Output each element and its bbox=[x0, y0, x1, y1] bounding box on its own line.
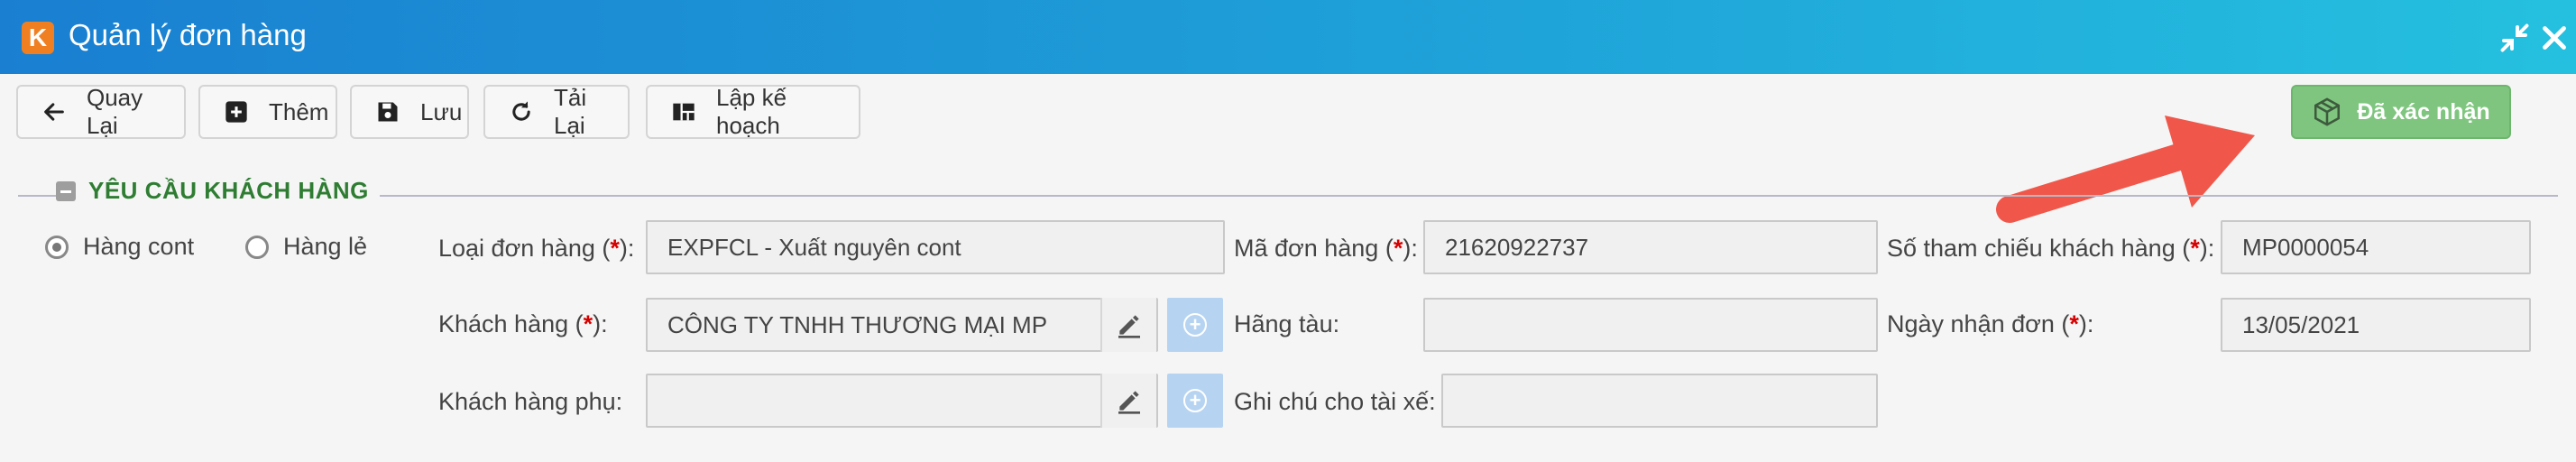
radio-label-hang-le: Hàng lẻ bbox=[283, 233, 368, 260]
shipping-line-field[interactable] bbox=[1423, 298, 1878, 352]
section-divider bbox=[18, 195, 2558, 197]
annotation-arrow-icon bbox=[1996, 116, 2255, 223]
order-management-window: K Quản lý đơn hàng Quay Lại Thêm Lưu Tải… bbox=[0, 0, 2576, 462]
confirmed-status-button[interactable]: Đã xác nhận bbox=[2291, 85, 2511, 139]
sub-customer-add-button[interactable]: + bbox=[1167, 374, 1223, 428]
sub-customer-edit-button[interactable] bbox=[1100, 374, 1156, 428]
confirmed-status-label: Đã xác nhận bbox=[2357, 98, 2490, 125]
arrow-left-icon bbox=[41, 99, 67, 125]
customer-ref-label: Số tham chiếu khách hàng (*): bbox=[1887, 235, 2215, 262]
driver-note-field[interactable] bbox=[1441, 374, 1878, 428]
radio-hang-cont[interactable]: Hàng cont bbox=[45, 233, 194, 261]
app-logo-icon: K bbox=[22, 22, 54, 54]
order-type-label: Loại đơn hàng (*): bbox=[438, 235, 635, 262]
customer-edit-button[interactable] bbox=[1100, 298, 1156, 352]
layout-grid-icon bbox=[671, 99, 696, 125]
customer-ref-field[interactable]: MP0000054 bbox=[2221, 220, 2531, 274]
sub-customer-field[interactable] bbox=[646, 374, 1158, 428]
received-date-label: Ngày nhận đơn (*): bbox=[1887, 310, 2094, 337]
plus-circle-icon: + bbox=[1183, 389, 1207, 412]
order-code-field[interactable]: 21620922737 bbox=[1423, 220, 1878, 274]
customer-field[interactable]: CÔNG TY TNHH THƯƠNG MẠI MP bbox=[646, 298, 1158, 352]
save-button[interactable]: Lưu bbox=[350, 85, 469, 139]
floppy-disk-icon bbox=[375, 99, 400, 125]
radio-hang-le[interactable]: Hàng lẻ bbox=[245, 233, 367, 261]
radio-label-hang-cont: Hàng cont bbox=[83, 233, 195, 260]
title-bar: K Quản lý đơn hàng bbox=[0, 0, 2576, 74]
refresh-icon bbox=[509, 99, 534, 125]
close-icon[interactable] bbox=[2538, 22, 2571, 54]
back-button-label: Quay Lại bbox=[87, 84, 143, 139]
plus-square-icon bbox=[224, 99, 249, 125]
reload-button-label: Tải Lại bbox=[554, 84, 587, 139]
section-title: YÊU CẦU KHÁCH HÀNG bbox=[88, 177, 369, 204]
plan-button-label: Lập kế hoạch bbox=[716, 84, 787, 139]
section-header[interactable]: YÊU CẦU KHÁCH HÀNG bbox=[56, 177, 380, 205]
radio-indicator-checked[interactable] bbox=[45, 235, 69, 259]
driver-note-label: Ghi chú cho tài xế: bbox=[1234, 388, 1436, 415]
add-button[interactable]: Thêm bbox=[198, 85, 337, 139]
window-title: Quản lý đơn hàng bbox=[69, 18, 307, 51]
customer-add-button[interactable]: + bbox=[1167, 298, 1223, 352]
plan-button[interactable]: Lập kế hoạch bbox=[646, 84, 860, 139]
order-code-label: Mã đơn hàng (*): bbox=[1234, 235, 1418, 262]
pencil-icon bbox=[1118, 315, 1140, 338]
add-button-label: Thêm bbox=[269, 97, 329, 125]
back-button[interactable]: Quay Lại bbox=[16, 84, 186, 139]
pencil-icon bbox=[1118, 391, 1140, 414]
radio-indicator[interactable] bbox=[245, 235, 269, 259]
received-date-field[interactable]: 13/05/2021 bbox=[2221, 298, 2531, 352]
plus-circle-icon: + bbox=[1183, 313, 1207, 337]
compress-icon[interactable] bbox=[2498, 22, 2531, 54]
reload-button[interactable]: Tải Lại bbox=[483, 84, 630, 139]
customer-label: Khách hàng (*): bbox=[438, 310, 608, 337]
sub-customer-label: Khách hàng phụ: bbox=[438, 388, 623, 415]
save-button-label: Lưu bbox=[420, 97, 463, 125]
shipping-line-label: Hãng tàu: bbox=[1234, 310, 1340, 337]
order-type-field[interactable]: EXPFCL - Xuất nguyên cont bbox=[646, 220, 1225, 274]
package-box-icon bbox=[2312, 97, 2342, 127]
collapse-icon[interactable] bbox=[56, 180, 76, 201]
